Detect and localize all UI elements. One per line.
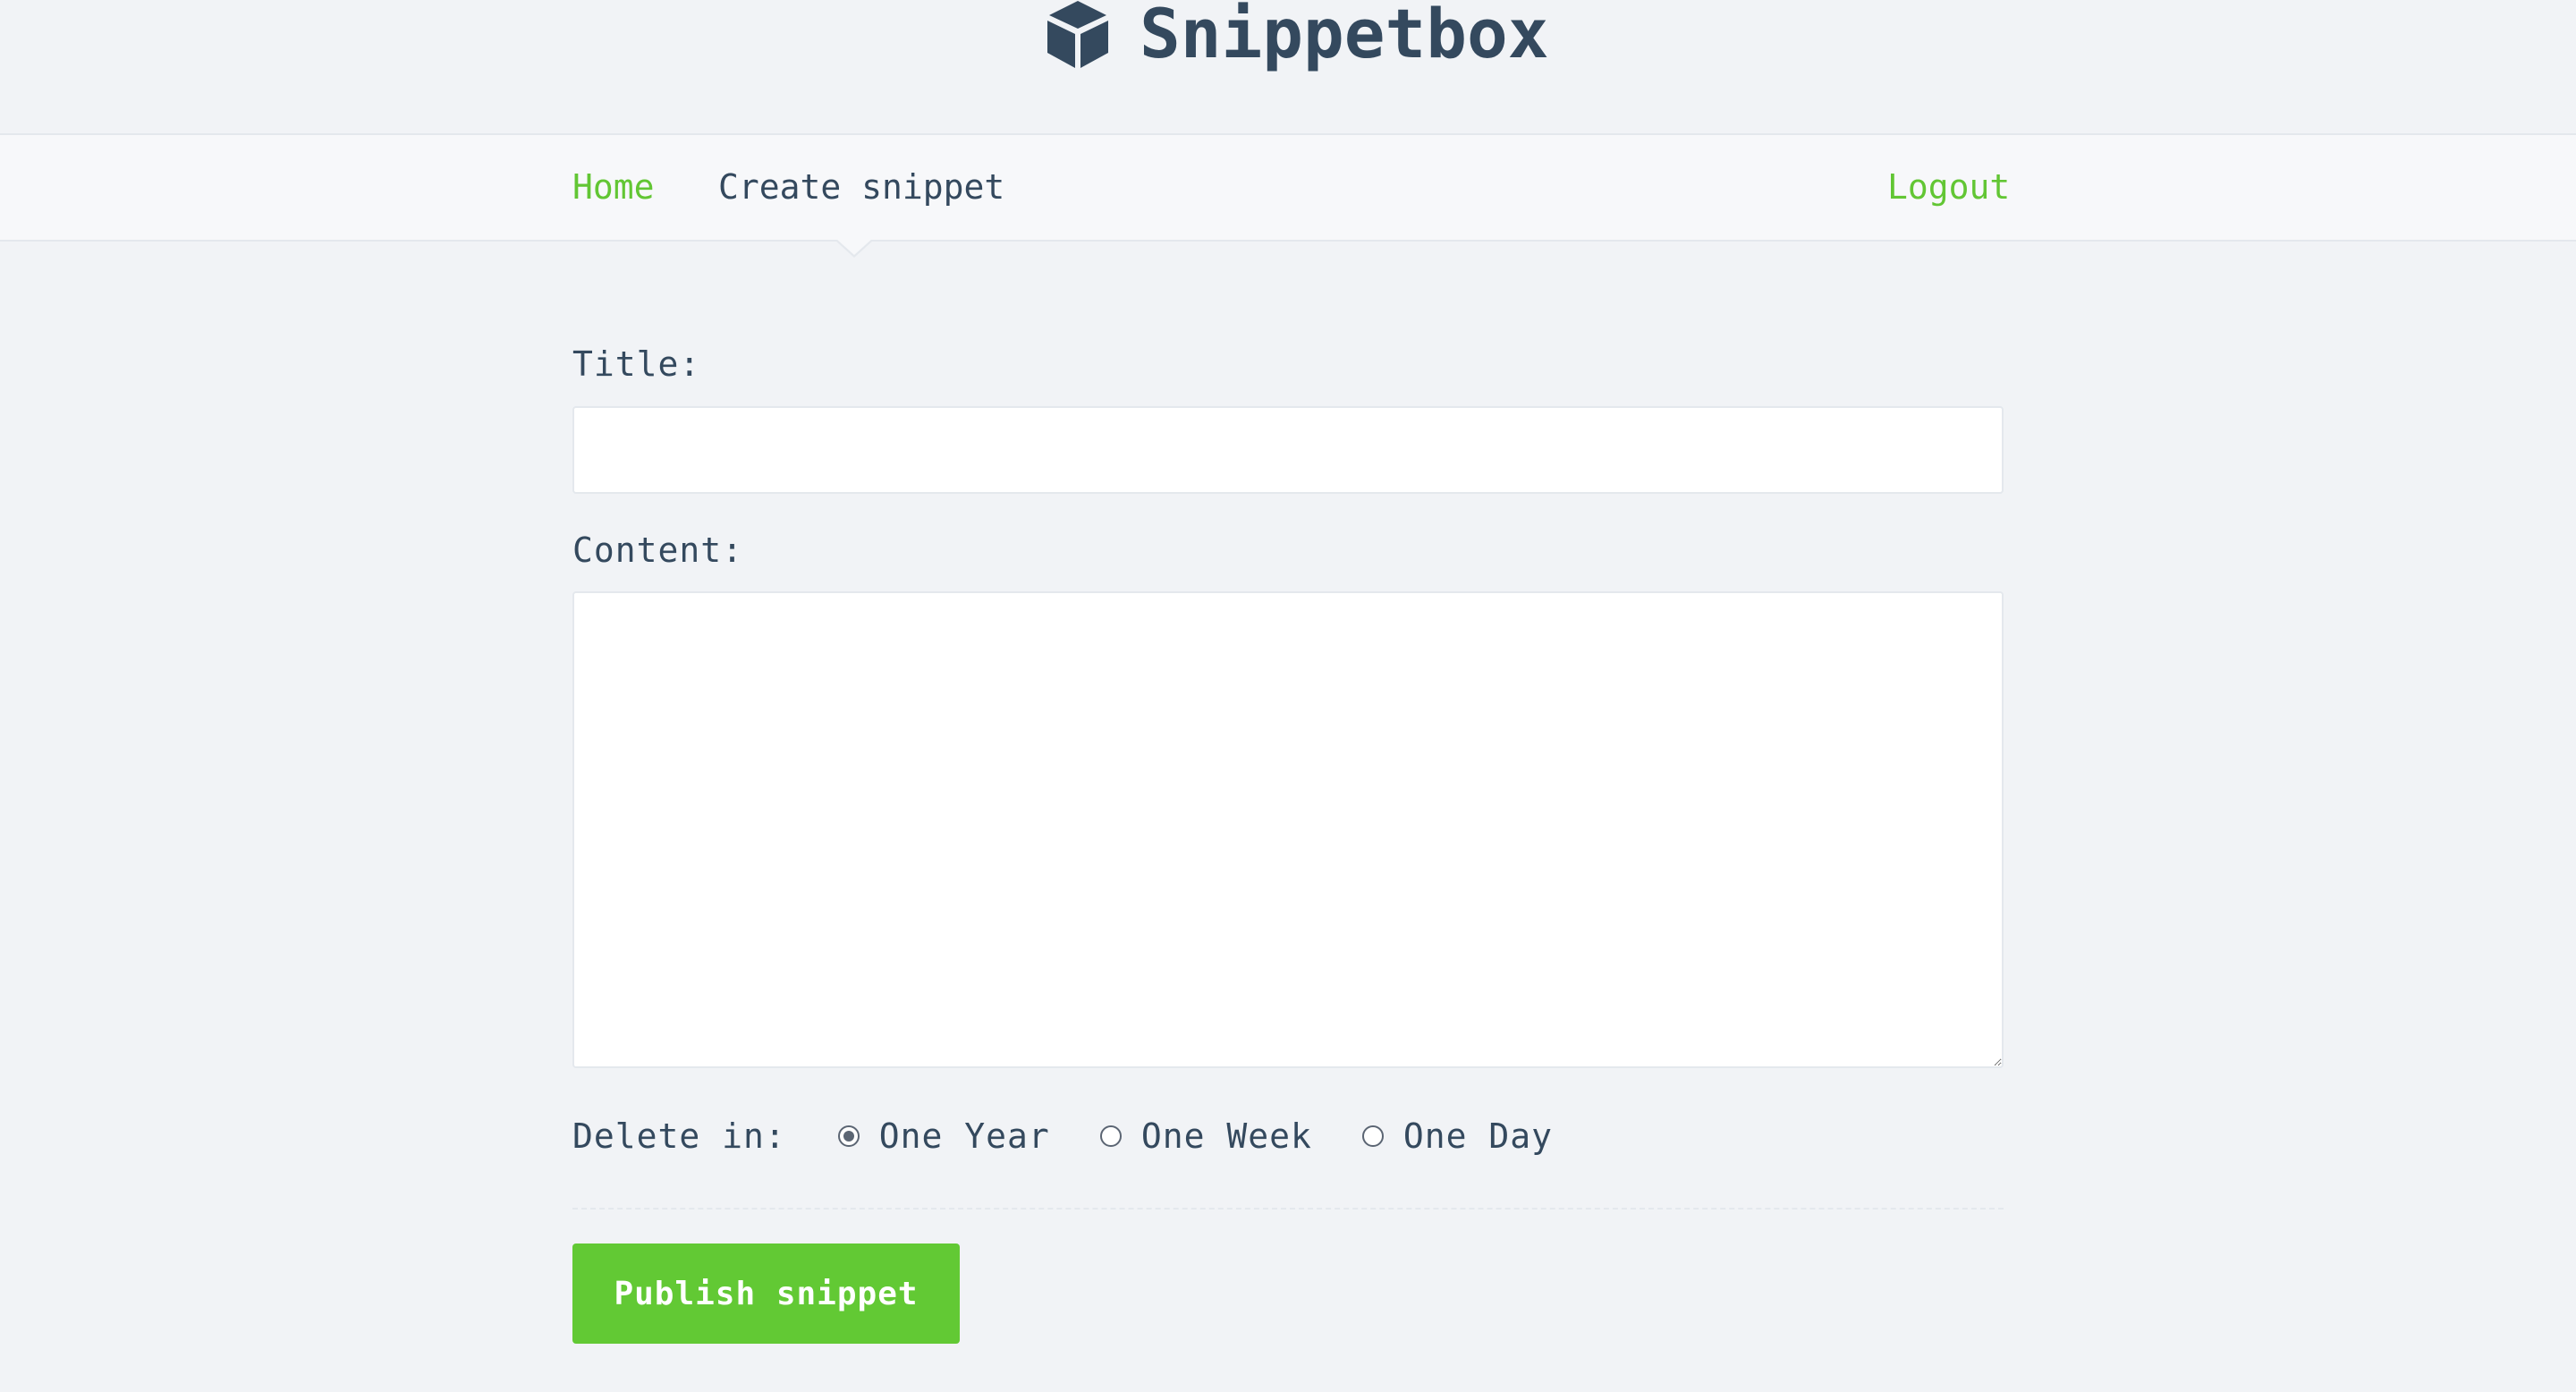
main-navigation: Home Create snippet Logout [0, 133, 2576, 242]
radio-unchecked-icon[interactable] [1099, 1125, 1122, 1147]
expiry-option-one-day[interactable]: One Day [1361, 1113, 1553, 1159]
content-label: Content: [572, 530, 744, 570]
expiry-option-one-year[interactable]: One Year [837, 1113, 1050, 1159]
active-nav-indicator-fill [836, 239, 872, 255]
expiry-option-one-week[interactable]: One Week [1099, 1113, 1312, 1159]
site-header: Snippetbox [0, 0, 2576, 133]
nav-logout-link[interactable]: Logout [1887, 164, 2010, 210]
title-input[interactable] [572, 406, 2004, 494]
cube-icon [1047, 1, 1108, 68]
expiry-option-label: One Day [1402, 1116, 1553, 1156]
site-title: Snippetbox [1140, 0, 1549, 73]
expiry-option-label: One Year [878, 1116, 1050, 1156]
nav-home-link[interactable]: Home [572, 164, 655, 210]
publish-snippet-button[interactable]: Publish snippet [572, 1243, 960, 1344]
expiry-label: Delete in: [572, 1116, 786, 1156]
title-label: Title: [572, 344, 701, 384]
radio-checked-icon[interactable] [837, 1125, 860, 1147]
expiry-options: Delete in: One Year One Week One Day [572, 1113, 1603, 1159]
form-divider [572, 1208, 2004, 1210]
radio-unchecked-icon[interactable] [1361, 1125, 1384, 1147]
content-textarea[interactable] [572, 591, 2004, 1068]
expiry-option-label: One Week [1140, 1116, 1312, 1156]
brand-link[interactable]: Snippetbox [1046, 0, 1549, 79]
nav-create-snippet-link[interactable]: Create snippet [718, 164, 1004, 210]
